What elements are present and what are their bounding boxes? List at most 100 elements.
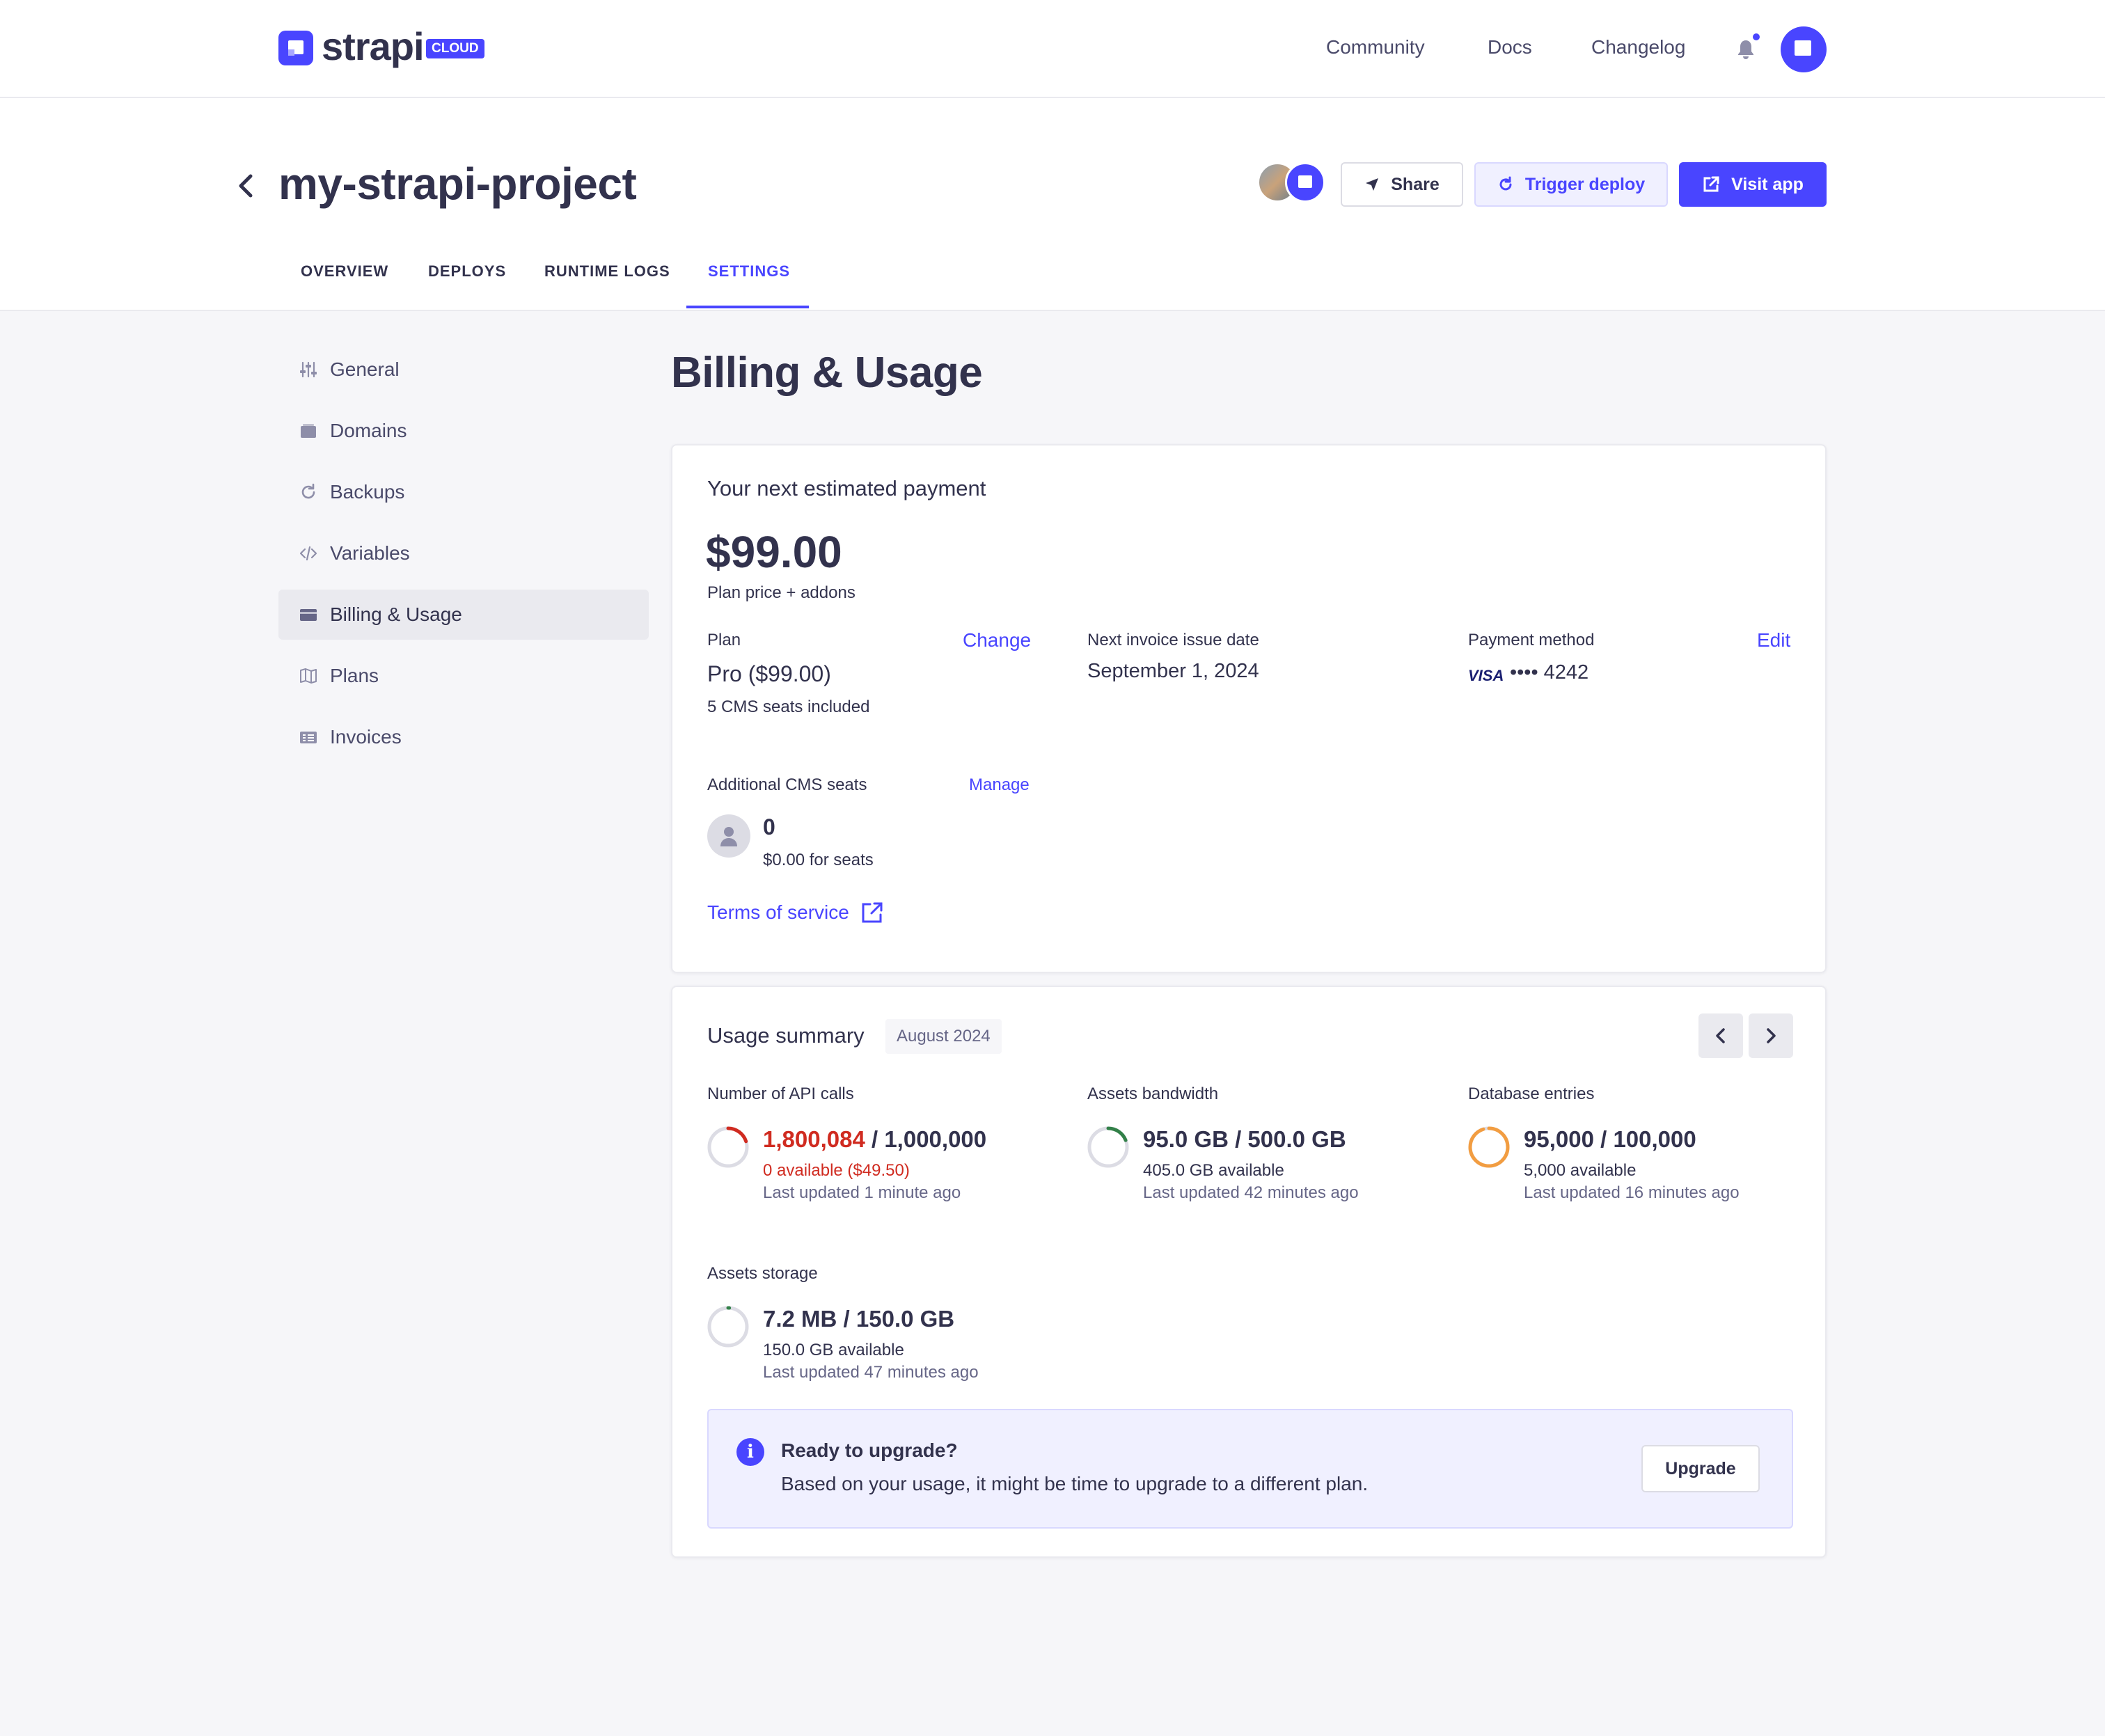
metric-total-bandwidth: / 500.0 GB [1235, 1126, 1346, 1152]
upgrade-alert: i Ready to upgrade? Based on your usage,… [707, 1409, 1793, 1529]
sidebar-item-invoices[interactable]: Invoices [278, 712, 649, 762]
metric-used-api-calls: 1,800,084 [763, 1126, 865, 1152]
tab-runtime-logs[interactable]: RUNTIME LOGS [544, 262, 670, 281]
collaborator-avatar-strapi [1285, 162, 1325, 203]
sidebar-item-label: Domains [330, 420, 407, 441]
terms-of-service-link[interactable]: Terms of service [707, 901, 884, 924]
plan-seats-included: 5 CMS seats included [707, 697, 870, 716]
share-button[interactable]: Share [1341, 162, 1463, 207]
info-icon: i [736, 1438, 764, 1466]
sidebar-item-backups[interactable]: Backups [278, 467, 649, 517]
sidebar-item-domains[interactable]: Domains [278, 406, 649, 456]
next-invoice-date: September 1, 2024 [1087, 660, 1259, 682]
visa-icon: VISA [1468, 667, 1504, 684]
edit-payment-link[interactable]: Edit [1757, 629, 1790, 652]
credit-card-icon [300, 609, 317, 621]
nav-link-community[interactable]: Community [1326, 36, 1425, 58]
user-icon [707, 814, 750, 858]
chevron-right-icon [1767, 1028, 1776, 1043]
metric-value-api-calls: 1,800,084 / 1,000,000 [763, 1126, 986, 1153]
map-icon [300, 668, 317, 684]
trigger-deploy-label: Trigger deploy [1524, 174, 1646, 194]
page-title: Billing & Usage [671, 349, 983, 397]
payment-amount: $99.00 [706, 527, 842, 577]
back-chevron-icon[interactable] [235, 171, 256, 201]
usage-heading: Usage summary [707, 1023, 865, 1048]
seats-count: 0 [763, 814, 775, 839]
user-avatar[interactable] [1781, 26, 1827, 72]
alert-title: Ready to upgrade? [781, 1439, 958, 1461]
card-number-masked: •••• 4242 [1510, 661, 1589, 684]
metric-updated-storage: Last updated 47 minutes ago [763, 1363, 979, 1382]
sidebar-item-plans[interactable]: Plans [278, 651, 649, 701]
metric-label-storage: Assets storage [707, 1264, 818, 1283]
notification-dot [1753, 33, 1760, 40]
trigger-deploy-button[interactable]: Trigger deploy [1474, 162, 1668, 207]
tab-overview[interactable]: OVERVIEW [301, 262, 388, 281]
metric-available-bandwidth: 405.0 GB available [1143, 1161, 1284, 1180]
metric-total-database: / 100,000 [1600, 1126, 1696, 1152]
month-badge: August 2024 [885, 1019, 1002, 1054]
sliders-icon [300, 361, 317, 378]
sidebar-item-billing-usage[interactable]: Billing & Usage [278, 590, 649, 640]
metric-label-bandwidth: Assets bandwidth [1087, 1084, 1219, 1103]
metric-total-storage: / 150.0 GB [843, 1306, 955, 1332]
sidebar-item-label: Billing & Usage [330, 603, 462, 625]
metric-used-database: 95,000 [1524, 1126, 1594, 1152]
upgrade-button[interactable]: Upgrade [1641, 1445, 1760, 1492]
bell-icon[interactable] [1736, 39, 1756, 60]
usage-ring-bandwidth [1087, 1126, 1129, 1168]
metric-label-database: Database entries [1468, 1084, 1595, 1103]
tab-settings[interactable]: SETTINGS [708, 262, 790, 281]
usage-card: Usage summary August 2024 Number of API … [671, 986, 1827, 1558]
plan-value: Pro ($99.00) [707, 661, 831, 686]
active-tab-indicator [686, 306, 809, 308]
strapi-logo-icon[interactable] [278, 31, 313, 65]
metric-updated-database: Last updated 16 minutes ago [1524, 1183, 1740, 1202]
sidebar-item-label: Plans [330, 665, 379, 686]
sidebar-item-variables[interactable]: Variables [278, 528, 649, 578]
previous-month-button[interactable] [1698, 1013, 1743, 1058]
domain-icon [301, 424, 316, 438]
sidebar-item-general[interactable]: General [278, 345, 649, 395]
metric-value-database: 95,000 / 100,000 [1524, 1126, 1696, 1153]
external-link-icon [862, 902, 883, 923]
tab-deploys[interactable]: DEPLOYS [428, 262, 506, 281]
external-link-icon [1703, 176, 1719, 192]
next-invoice-label: Next invoice issue date [1087, 631, 1259, 649]
metric-value-storage: 7.2 MB / 150.0 GB [763, 1306, 954, 1332]
project-title: my-strapi-project [278, 159, 637, 209]
usage-ring-storage [707, 1306, 749, 1348]
metric-used-storage: 7.2 MB [763, 1306, 837, 1332]
alert-body: Based on your usage, it might be time to… [781, 1473, 1369, 1494]
payment-amount-caption: Plan price + addons [707, 583, 856, 602]
refresh-icon [1499, 176, 1512, 191]
share-button-label: Share [1391, 174, 1440, 194]
nav-link-docs[interactable]: Docs [1488, 36, 1532, 58]
payment-card: Your next estimated payment $99.00 Plan … [671, 444, 1827, 973]
logo-text[interactable]: strapi [322, 24, 424, 69]
usage-ring-api-calls [707, 1126, 749, 1168]
manage-seats-link[interactable]: Manage [969, 775, 1030, 795]
metric-used-bandwidth: 95.0 GB [1143, 1126, 1229, 1152]
sidebar-item-label: Variables [330, 542, 410, 564]
project-header: my-strapi-project Share Trigger deploy V… [0, 98, 2105, 311]
payment-heading: Your next estimated payment [707, 476, 986, 500]
metric-available-database: 5,000 available [1524, 1161, 1637, 1180]
payment-method-label: Payment method [1468, 631, 1595, 649]
invoice-icon [300, 732, 317, 743]
plan-label: Plan [707, 631, 741, 649]
metric-label-api-calls: Number of API calls [707, 1084, 854, 1103]
metric-available-api-calls: 0 available ($49.50) [763, 1161, 910, 1180]
send-icon [1366, 178, 1379, 191]
sidebar-item-label: Invoices [330, 726, 402, 748]
metric-updated-api-calls: Last updated 1 minute ago [763, 1183, 961, 1202]
refresh-icon [301, 483, 315, 499]
next-month-button[interactable] [1749, 1013, 1793, 1058]
sidebar-item-label: Backups [330, 481, 405, 503]
change-plan-link[interactable]: Change [963, 629, 1031, 652]
nav-link-changelog[interactable]: Changelog [1591, 36, 1685, 58]
code-icon [299, 546, 317, 561]
visit-app-button[interactable]: Visit app [1679, 162, 1827, 207]
cloud-badge: CLOUD [426, 39, 484, 58]
